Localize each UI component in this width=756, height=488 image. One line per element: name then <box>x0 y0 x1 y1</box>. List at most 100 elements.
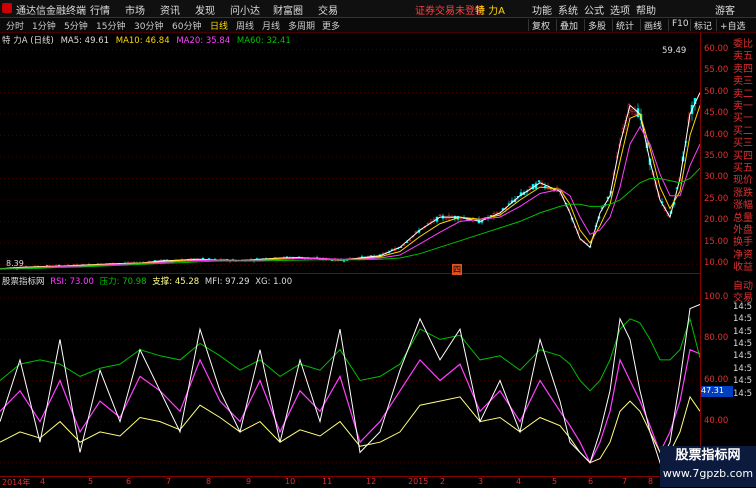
stock-name: 特 力A <box>475 6 506 17</box>
tool-biaoji[interactable]: 标记 <box>690 19 715 32</box>
period-weekly[interactable]: 周线 <box>236 19 254 32</box>
side-panel-trade-label: 14:5 <box>733 326 753 337</box>
app-logo-icon <box>2 3 12 13</box>
ma-series-MA20 <box>0 125 700 270</box>
side-panel-trade-label: 14:5 <box>733 339 753 349</box>
app-title: 通达信金融终端 <box>16 6 86 17</box>
kline-chart[interactable] <box>0 33 700 476</box>
menu-item-wenxiaoda[interactable]: 问小达 <box>230 2 260 17</box>
ind-series-MFI <box>0 303 700 465</box>
menu-item-xitong[interactable]: 系统 <box>558 2 578 17</box>
date-tick: 10 <box>285 477 296 486</box>
period-toolbar: 分时 1分钟 5分钟 15分钟 30分钟 60分钟 日线 周线 月线 多周期 更… <box>0 18 756 33</box>
indicator-title: 股票指标网 <box>2 277 45 287</box>
candle-body <box>342 260 346 262</box>
candle-body <box>408 239 412 241</box>
side-panel-trade-label: 14:5 <box>733 314 753 325</box>
tool-f10[interactable]: F10 <box>668 19 692 31</box>
date-tick: 5 <box>552 477 558 486</box>
menu-item-xuanxiang[interactable]: 选项 <box>610 2 630 17</box>
date-tick: 4 <box>40 477 46 486</box>
menu-item-hangqing[interactable]: 行情 <box>90 2 110 17</box>
price-tick: 20.00 <box>704 215 729 226</box>
pressure-value: 压力: 70.98 <box>99 277 147 287</box>
tool-zixuan[interactable]: +自选 <box>716 19 749 32</box>
menu-item-gongshi[interactable]: 公式 <box>584 2 604 17</box>
date-tick: 2 <box>440 477 446 486</box>
side-panel-trade-label: 14:5 <box>733 351 753 362</box>
candle-body <box>528 186 532 189</box>
watermark-banner: 股票指标网 www.7gpzb.com <box>660 446 756 487</box>
ma-series-MA10 <box>0 105 700 270</box>
date-tick: 8 <box>206 477 212 486</box>
indicator-tick: 40.00 <box>704 415 729 426</box>
menu-item-shichang[interactable]: 市场 <box>125 2 145 17</box>
watermark-url: www.7gpzb.com <box>662 467 754 480</box>
side-panel-trade-label: 14:5 <box>733 363 753 374</box>
date-tick: 2015 <box>408 477 429 486</box>
date-tick: 3 <box>478 477 484 486</box>
price-tick: 60.00 <box>704 43 729 54</box>
date-tick: 6 <box>588 477 594 486</box>
period-60min[interactable]: 60分钟 <box>172 19 201 32</box>
side-panel-trade-label: 14:5 <box>733 388 753 399</box>
date-tick: 7 <box>166 477 172 486</box>
candle-body <box>633 111 637 115</box>
candle-body <box>495 211 499 214</box>
current-indicator-badge: 47.31 <box>701 386 733 397</box>
pane-separator <box>0 273 700 274</box>
indicator-legend: 股票指标网 RSI: 73.00 压力: 70.98 支撑: 45.28 MFI… <box>2 275 292 287</box>
rsi-value: RSI: 73.00 <box>50 277 94 287</box>
period-5min[interactable]: 5分钟 <box>64 19 88 32</box>
menu-item-faxian[interactable]: 发现 <box>195 2 215 17</box>
price-tick: 30.00 <box>704 172 729 183</box>
tool-huaxian[interactable]: 画线 <box>640 19 665 32</box>
menu-item-jiaoyi[interactable]: 交易 <box>318 2 338 17</box>
period-30min[interactable]: 30分钟 <box>134 19 163 32</box>
tool-diejia[interactable]: 叠加 <box>556 19 581 32</box>
tool-fuquan[interactable]: 复权 <box>528 19 553 32</box>
high-price-label: 59.49 <box>662 46 687 56</box>
price-tick: 55.00 <box>704 65 729 76</box>
date-tick: 12 <box>366 477 377 486</box>
period-fenshi[interactable]: 分时 <box>6 19 24 32</box>
tool-tongji[interactable]: 统计 <box>612 19 637 32</box>
ma-series-MA60 <box>0 167 700 270</box>
period-15min[interactable]: 15分钟 <box>96 19 125 32</box>
price-tick: 10.00 <box>704 258 729 269</box>
period-daily[interactable]: 日线 <box>210 19 228 32</box>
main-legend-title: 特 力A (日线) <box>2 36 54 46</box>
ma10-value: MA10: 46.84 <box>115 36 170 46</box>
date-tick: 6 <box>126 477 132 486</box>
price-tick: 25.00 <box>704 193 729 204</box>
price-tick: 50.00 <box>704 86 729 97</box>
candle-body <box>630 109 634 112</box>
low-price-label: 8.39 <box>6 259 24 268</box>
event-marker[interactable]: 四 <box>452 264 462 275</box>
ma5-value: MA5: 49.61 <box>60 36 110 46</box>
candle-body <box>444 218 448 220</box>
date-axis: 2014年456789101112201523456789 <box>0 476 700 488</box>
menu-bar: 通达信金融终端 行情 市场 资讯 发现 问小达 财富圈 交易 证券交易未登录 特… <box>0 0 756 18</box>
tool-duogu[interactable]: 多股 <box>584 19 609 32</box>
date-tick: 4 <box>516 477 522 486</box>
period-monthly[interactable]: 月线 <box>262 19 280 32</box>
side-panel-trade-label: 14:5 <box>733 376 753 387</box>
date-tick: 9 <box>246 477 252 486</box>
ma60-value: MA60: 32.41 <box>236 36 291 46</box>
price-tick: 15.00 <box>704 236 729 247</box>
menu-item-bangzhu[interactable]: 帮助 <box>636 2 656 17</box>
candle-body <box>549 188 553 191</box>
menu-item-gongneng[interactable]: 功能 <box>532 2 552 17</box>
period-1min[interactable]: 1分钟 <box>32 19 56 32</box>
indicator-tick: 60.00 <box>704 374 729 385</box>
side-panel-trade-label: 14:5 <box>733 301 753 312</box>
period-more[interactable]: 更多 <box>322 19 340 32</box>
menu-item-caifuquan[interactable]: 财富圈 <box>273 2 303 17</box>
price-tick: 45.00 <box>704 108 729 119</box>
period-multi[interactable]: 多周期 <box>288 19 315 32</box>
guest-label[interactable]: 游客 <box>715 2 735 17</box>
date-tick: 7 <box>622 477 628 486</box>
menu-item-zixun[interactable]: 资讯 <box>160 2 180 17</box>
indicator-tick: 80.00 <box>704 333 729 344</box>
